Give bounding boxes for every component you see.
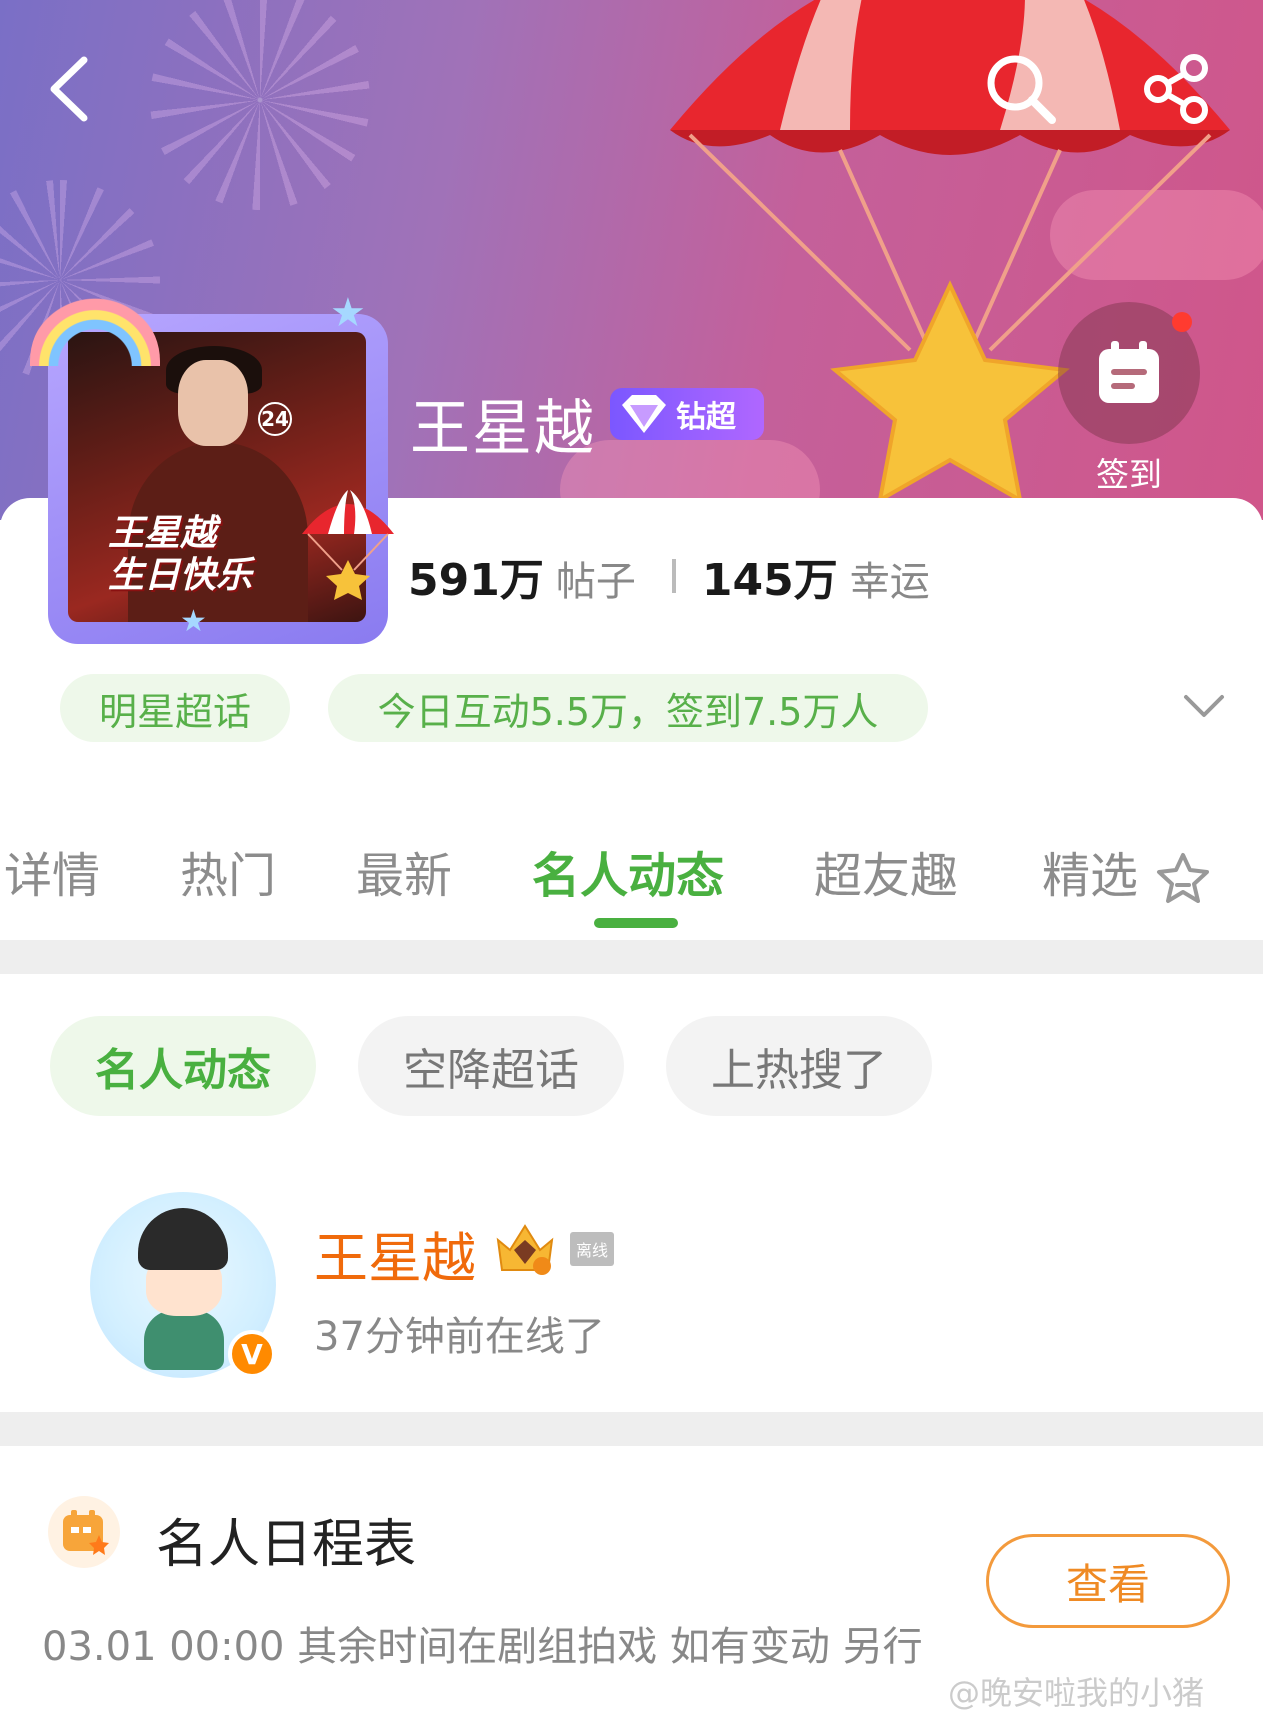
checkin-circle [1058, 302, 1200, 444]
schedule-entry: 03.01 00:00 其余时间在剧组拍戏 如有变动 另行 [42, 1624, 923, 1670]
checkin-label: 签到 [1096, 455, 1162, 494]
watermark: @晚安啦我的小猪 [948, 1674, 1205, 1712]
subtab-airdrop-topic[interactable]: 空降超话 [358, 1016, 624, 1116]
tab-details[interactable]: 详情 [4, 836, 100, 906]
firework-decoration [150, 0, 370, 210]
diamond-icon [622, 395, 666, 433]
tab-featured-label: 精选 [1042, 848, 1139, 904]
topic-tabs: 详情 热门 最新 名人动态 超友趣 精选 [0, 812, 1263, 932]
subtab-celebrity-updates[interactable]: 名人动态 [50, 1016, 316, 1116]
star-decoration: ★ [330, 290, 366, 336]
search-button[interactable] [976, 44, 1066, 134]
view-schedule-button[interactable]: 查看 [986, 1534, 1230, 1628]
posts-count: 591万 [408, 555, 544, 606]
avatar-figure-face [178, 360, 248, 446]
luck-count: 145万 [701, 555, 838, 606]
calendar-icon [1099, 341, 1159, 403]
back-arrow-icon [50, 56, 88, 122]
schedule-icon-wrap [48, 1496, 120, 1568]
schedule-calendar-icon [63, 1510, 109, 1555]
back-button[interactable] [24, 44, 114, 134]
tab-super-friends[interactable]: 超友趣 [814, 836, 958, 906]
expand-button[interactable] [1174, 680, 1234, 732]
category-tag[interactable]: 明星超话 [60, 674, 290, 742]
section-divider [0, 1412, 1263, 1446]
parachute-badge-icon [302, 490, 394, 600]
tab-celebrity-updates[interactable]: 名人动态 [532, 836, 724, 906]
topic-stats: 591万 帖子 145万 幸运 [408, 544, 940, 608]
activity-info-tag[interactable]: 今日互动5.5万，签到7.5万人 [328, 674, 928, 742]
vip-badge-label: 钻超 [676, 400, 736, 435]
tab-hot[interactable]: 热门 [180, 836, 276, 906]
vip-badge[interactable]: 钻超 [610, 388, 764, 440]
avatar-figure-body [144, 1310, 224, 1370]
avatar-figure-hat [138, 1208, 228, 1270]
crown-icon [496, 1224, 554, 1275]
verified-badge: V [228, 1330, 276, 1378]
rainbow-decoration [30, 296, 160, 366]
luck-label: 幸运 [849, 559, 930, 605]
share-icon [1144, 54, 1208, 124]
topic-avatar[interactable]: 24 王星越 生日快乐 ★ ★ [30, 290, 400, 646]
featured-star-icon [1157, 853, 1210, 903]
share-button[interactable] [1132, 44, 1222, 134]
topic-title: 王星越 [410, 394, 596, 464]
tab-featured[interactable]: 精选 [1042, 836, 1211, 907]
notification-dot [1172, 312, 1192, 332]
offline-status-badge: 离线 [570, 1232, 614, 1266]
star-decoration: ★ [180, 604, 207, 639]
checkin-button[interactable]: 签到 [1058, 302, 1200, 496]
posts-label: 帖子 [555, 559, 636, 605]
search-icon [987, 55, 1056, 124]
schedule-title: 名人日程表 [156, 1515, 417, 1575]
chevron-down-icon [1184, 695, 1224, 717]
subtab-trending[interactable]: 上热搜了 [666, 1016, 932, 1116]
avatar-number-badge: 24 [258, 402, 292, 436]
celeb-name[interactable]: 王星越 [314, 1214, 476, 1293]
stats-divider [671, 559, 676, 593]
active-tab-indicator [594, 918, 678, 928]
celeb-last-online: 37分钟前在线了 [314, 1314, 605, 1360]
tab-latest[interactable]: 最新 [356, 836, 452, 906]
section-divider [0, 940, 1263, 974]
